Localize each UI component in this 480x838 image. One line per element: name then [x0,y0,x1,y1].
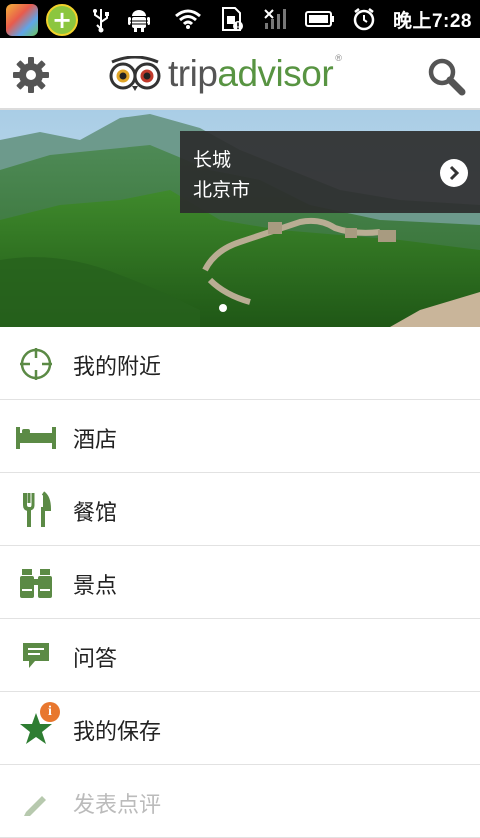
main-menu: 我的附近 酒店 餐馆 景点 问答 i 我的保存 发表点评 [0,327,480,838]
logo-wordmark: tripadvisor ® [168,53,342,94]
status-bar: + 晚上7:28 [0,0,480,38]
alarm-icon [349,4,379,34]
info-badge-icon: i [40,702,60,722]
featured-destination-banner[interactable]: 长城 北京市 [0,110,480,327]
app-header: tripadvisor ® [0,38,480,110]
android-debug-icon [124,5,154,35]
fork-knife-icon [14,491,58,529]
menu-item-label: 景点 [73,574,118,599]
pencil-icon [14,783,58,821]
menu-item-nearby[interactable]: 我的附近 [0,327,480,400]
destination-caption[interactable]: 长城 北京市 [180,131,480,213]
menu-item-saved[interactable]: i 我的保存 [0,692,480,765]
destination-title: 长城 [193,149,232,171]
wifi-icon [173,4,203,34]
bed-icon [14,418,58,456]
battery-icon [304,4,335,34]
menu-item-label: 我的保存 [73,720,162,745]
usb-icon [86,5,116,35]
menu-item-label: 餐馆 [73,501,118,526]
menu-item-label: 我的附近 [73,355,162,380]
menu-item-restaurants[interactable]: 餐馆 [0,473,480,546]
menu-item-attractions[interactable]: 景点 [0,546,480,619]
chevron-right-icon[interactable] [440,159,468,187]
speech-bubble-icon [14,637,58,675]
sim-warning-icon [217,4,247,34]
menu-item-write-review[interactable]: 发表点评 [0,765,480,838]
owl-eyes-logo-icon [109,56,161,91]
settings-gear-icon[interactable] [12,56,50,94]
menu-item-label: 酒店 [73,428,118,453]
destination-location: 北京市 [193,179,251,201]
menu-item-label: 发表点评 [73,793,162,818]
status-clock: 晚上7:28 [392,10,472,32]
binoculars-icon [14,564,58,602]
crosshair-icon [14,345,58,383]
menu-item-qa[interactable]: 问答 [0,619,480,692]
search-icon[interactable] [426,56,466,96]
menu-item-label: 问答 [73,647,118,672]
menu-item-hotels[interactable]: 酒店 [0,400,480,473]
carousel-indicator-dot [219,304,227,312]
app-store-icon[interactable] [6,4,38,36]
no-signal-icon [261,4,291,34]
plus-app-icon[interactable]: + [46,4,78,36]
tripadvisor-logo: tripadvisor ® [108,52,342,96]
